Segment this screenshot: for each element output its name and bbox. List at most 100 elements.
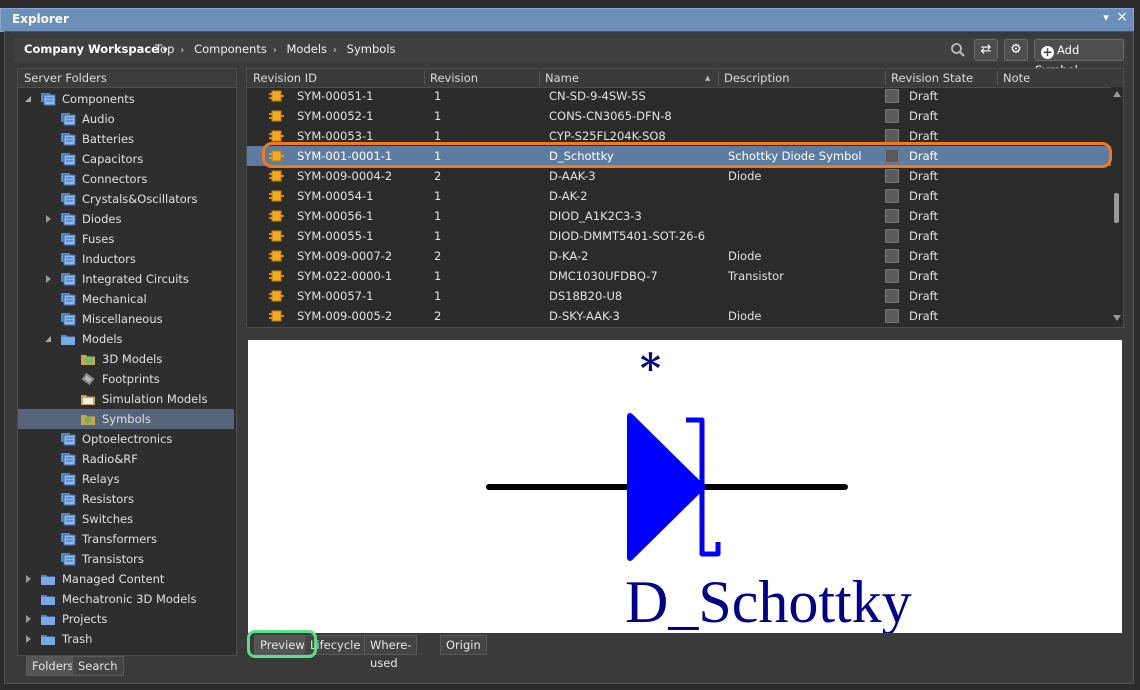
state-checkbox[interactable] (885, 229, 899, 243)
tree-item[interactable]: Mechatronic 3D Models (18, 589, 234, 609)
table-row[interactable]: SYM-00051-1 1 CN-SD-9-4SW-5S Draft (247, 86, 1111, 106)
tree-item[interactable]: Optoelectronics (18, 429, 234, 449)
tree-item[interactable]: Diodes (18, 209, 234, 229)
column-divider[interactable] (997, 71, 998, 85)
column-revision-state[interactable]: Revision State (891, 71, 973, 85)
tree-item[interactable]: Footprints (18, 369, 234, 389)
column-revision[interactable]: Revision (430, 71, 478, 85)
state-checkbox[interactable] (885, 309, 899, 323)
scrollbar-thumb[interactable] (1114, 193, 1119, 223)
symbol-icon (269, 249, 285, 263)
tree-item[interactable]: Trash (18, 629, 234, 649)
tree-item-label: Managed Content (62, 572, 165, 586)
breadcrumb-symbols[interactable]: Symbols (347, 42, 396, 56)
tree-item[interactable]: Integrated Circuits (18, 269, 234, 289)
state-checkbox[interactable] (885, 89, 899, 103)
state-checkbox[interactable] (885, 169, 899, 183)
tree-item[interactable]: Connectors (18, 169, 234, 189)
state-checkbox[interactable] (885, 189, 899, 203)
table-row[interactable]: SYM-00052-1 1 CONS-CN3065-DFN-8 Draft (247, 106, 1111, 126)
column-divider[interactable] (424, 71, 425, 85)
cell-revision-state: Draft (909, 289, 938, 303)
tree-item[interactable]: Symbols (18, 409, 234, 429)
tree-item[interactable]: Miscellaneous (18, 309, 234, 329)
component-folder-icon (60, 252, 76, 266)
expand-arrow-icon[interactable] (24, 575, 34, 585)
folder-icon (60, 332, 76, 346)
grid-scrollbar[interactable] (1111, 87, 1123, 327)
panel-menu-button[interactable]: ▾ (1099, 11, 1113, 27)
tree-item[interactable]: Crystals&Oscillators (18, 189, 234, 209)
breadcrumb-models[interactable]: Models (286, 42, 327, 56)
expand-arrow-icon[interactable] (44, 275, 54, 285)
column-note[interactable]: Note (1003, 71, 1030, 85)
column-name[interactable]: Name (545, 71, 579, 85)
tree-item[interactable]: Models (18, 329, 234, 349)
tree-item[interactable]: Relays (18, 469, 234, 489)
tree-item[interactable]: 3D Models (18, 349, 234, 369)
tree-item-label: Transformers (82, 532, 157, 546)
tree-item[interactable]: Simulation Models (18, 389, 234, 409)
expand-arrow-icon[interactable] (44, 215, 54, 225)
collapse-arrow-icon[interactable] (24, 95, 34, 105)
cell-revision-id: SYM-009-0005-2 (297, 309, 393, 323)
tree-item-label: Footprints (102, 372, 160, 386)
add-symbol-button[interactable]: +Add Symbol (1034, 39, 1124, 77)
cell-revision: 1 (434, 289, 442, 303)
table-row[interactable]: SYM-00055-1 1 DIOD-DMMT5401-SOT-26-6 Draft (247, 226, 1111, 246)
state-checkbox[interactable] (885, 129, 899, 143)
breadcrumb-components[interactable]: Components (194, 42, 267, 56)
search-icon[interactable] (949, 41, 967, 59)
component-folder-icon (60, 492, 76, 506)
tree-item[interactable]: Radio&RF (18, 449, 234, 469)
tree-item[interactable]: Projects (18, 609, 234, 629)
cell-revision-state: Draft (909, 249, 938, 263)
close-button[interactable]: × (1115, 9, 1129, 25)
table-row[interactable]: SYM-022-0000-1 1 DMC1030UFDBQ-7 Transistor D… (247, 266, 1111, 286)
settings-button[interactable]: ⚙ (1004, 39, 1028, 61)
state-checkbox[interactable] (885, 269, 899, 283)
breadcrumb-top[interactable]: Top (155, 42, 174, 56)
tree-item[interactable]: Components (18, 89, 234, 109)
workspace-selector[interactable]: Company Workspace ▾ (24, 42, 168, 56)
tab-where-used[interactable]: Where-used (364, 635, 418, 670)
tree-item[interactable]: Capacitors (18, 149, 234, 169)
tree-item[interactable]: Batteries (18, 129, 234, 149)
tree-item[interactable]: Audio (18, 109, 234, 129)
column-description[interactable]: Description (724, 71, 790, 85)
state-checkbox[interactable] (885, 109, 899, 123)
state-checkbox[interactable] (885, 249, 899, 263)
tree-item[interactable]: Resistors (18, 489, 234, 509)
collapse-arrow-icon[interactable] (44, 335, 54, 345)
tree-item[interactable]: Mechanical (18, 289, 234, 309)
table-row[interactable]: SYM-009-0005-2 2 D-SKY-AAK-3 Diode Draft (247, 306, 1111, 326)
tree-item[interactable]: Transistors (18, 549, 234, 569)
table-row[interactable]: SYM-00054-1 1 D-AK-2 Draft (247, 186, 1111, 206)
column-divider[interactable] (718, 71, 719, 85)
column-divider[interactable] (885, 71, 886, 85)
table-row[interactable]: SYM-00057-1 1 DS18B20-U8 Draft (247, 286, 1111, 306)
tree-item[interactable]: Inductors (18, 249, 234, 269)
scroll-up-icon[interactable] (1113, 91, 1121, 97)
tab-origin[interactable]: Origin (440, 635, 487, 655)
scroll-down-icon[interactable] (1113, 315, 1121, 321)
table-row[interactable]: SYM-00056-1 1 DIOD_A1K2C3-3 Draft (247, 206, 1111, 226)
column-divider[interactable] (539, 71, 540, 85)
tree-item[interactable]: Managed Content (18, 569, 234, 589)
expand-arrow-icon[interactable] (24, 635, 34, 645)
column-revision-id[interactable]: Revision ID (253, 71, 317, 85)
table-row[interactable]: SYM-009-0007-2 2 D-KA-2 Diode Draft (247, 246, 1111, 266)
tree-item[interactable]: Transformers (18, 529, 234, 549)
tree-item[interactable]: Fuses (18, 229, 234, 249)
tree-item[interactable]: Switches (18, 509, 234, 529)
table-row[interactable]: SYM-009-0004-2 2 D-AAK-3 Diode Draft (247, 166, 1111, 186)
refresh-button[interactable]: ⇄ (974, 39, 998, 61)
state-checkbox[interactable] (885, 289, 899, 303)
cell-revision-id: SYM-00056-1 (297, 209, 374, 223)
symbol-icon (269, 309, 285, 323)
state-checkbox[interactable] (885, 209, 899, 223)
tab-search[interactable]: Search (72, 656, 124, 676)
expand-arrow-icon[interactable] (24, 615, 34, 625)
tree-item-label: Miscellaneous (82, 312, 163, 326)
plus-icon: + (1041, 45, 1054, 59)
